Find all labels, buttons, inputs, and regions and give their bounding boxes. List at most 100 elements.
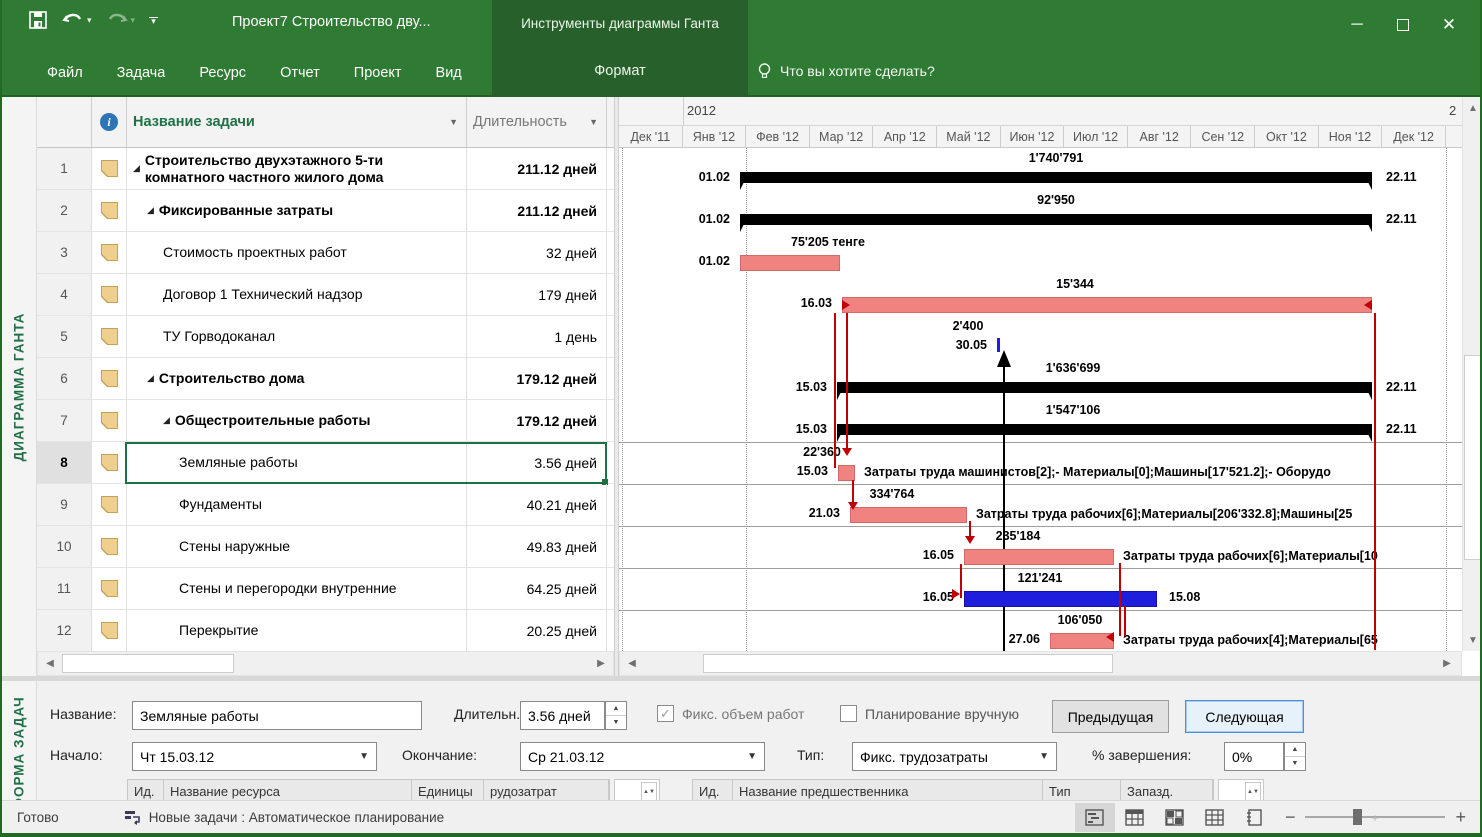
scroll-up-icon[interactable]: ▲ [1463, 99, 1480, 117]
grid-column-header[interactable]: Название предшественника [733, 780, 1043, 800]
duration-filter-icon[interactable]: ▼ [589, 117, 598, 127]
view-team-planner-button[interactable] [1155, 803, 1195, 832]
close-button[interactable]: ✕ [1426, 5, 1472, 45]
resource-grid-header[interactable]: Ид. Название ресурса Единицы рудозатрат [127, 779, 610, 800]
row-number[interactable]: 1 [37, 148, 92, 189]
task-name-cell[interactable]: ◢ Общестроительные работы [127, 400, 467, 441]
chart-scroll-left-icon[interactable]: ◀ [622, 652, 642, 675]
row-number[interactable]: 12 [37, 610, 92, 651]
task-name-cell[interactable]: ◢ Строительство дома [127, 358, 467, 399]
scroll-right-icon[interactable]: ▶ [591, 652, 611, 675]
name-filter-icon[interactable]: ▼ [449, 117, 458, 127]
table-row[interactable]: 11 Стены и перегородки внутренние 64.25 дн… [37, 568, 614, 610]
row-number[interactable]: 10 [37, 526, 92, 567]
month-cell[interactable]: Окт '12 [1255, 126, 1319, 147]
expand-icon[interactable]: ◢ [147, 370, 154, 387]
task-duration-cell[interactable]: 40.21 дней [467, 484, 607, 525]
task-name-cell[interactable]: Стоимость проектных работ [127, 232, 467, 273]
percent-complete-input[interactable] [1224, 742, 1284, 771]
start-date-combo[interactable]: Чт 15.03.12 ▼ [132, 742, 377, 771]
row-info-cell[interactable] [92, 568, 127, 609]
zoom-slider[interactable]: + [1305, 807, 1446, 827]
percent-spinner[interactable]: ▲ ▼ [1284, 742, 1306, 771]
table-row[interactable]: 12 Перекрытие 20.25 дней [37, 610, 614, 651]
month-cell[interactable]: Май '12 [937, 126, 1001, 147]
row-info-cell[interactable] [92, 610, 127, 651]
grid-column-header[interactable]: Название ресурса [164, 780, 412, 800]
chart-hscrollbar[interactable]: ◀ ▶ [619, 651, 1462, 676]
task-name-cell[interactable]: Стены и перегородки внутренние [127, 568, 467, 609]
maximize-button[interactable] [1380, 5, 1426, 45]
row-info-cell[interactable] [92, 400, 127, 441]
tab-задача[interactable]: Задача [100, 65, 183, 81]
task-duration-cell[interactable]: 179 дней [467, 274, 607, 315]
vscroll-thumb[interactable] [1464, 355, 1480, 560]
table-row[interactable]: 10 Стены наружные 49.83 дней [37, 526, 614, 568]
task-duration-cell[interactable]: 3.56 дней [467, 442, 607, 483]
row-number[interactable]: 8 [37, 442, 92, 483]
table-hscroll-thumb[interactable] [62, 654, 234, 673]
task-bar[interactable] [964, 591, 1157, 607]
month-cell[interactable]: Ноя '12 [1319, 126, 1383, 147]
row-number[interactable]: 7 [37, 400, 92, 441]
task-bar[interactable] [838, 465, 855, 481]
task-bar[interactable] [842, 297, 1372, 313]
grid-column-header[interactable]: Запазд. [1121, 780, 1213, 800]
info-column-header[interactable]: i [92, 97, 127, 147]
month-cell[interactable]: Авг '12 [1128, 126, 1192, 147]
row-number[interactable]: 3 [37, 232, 92, 273]
task-bar[interactable] [1050, 633, 1114, 649]
row-info-cell[interactable] [92, 232, 127, 273]
row-number[interactable]: 5 [37, 316, 92, 357]
task-name-input[interactable] [132, 701, 422, 730]
resource-grid-spinner[interactable]: ▲▼ [614, 779, 660, 800]
tab-вид[interactable]: Вид [419, 65, 479, 81]
month-cell[interactable]: Фев '12 [746, 126, 810, 147]
scroll-left-icon[interactable]: ◀ [40, 652, 60, 675]
duration-input[interactable] [520, 701, 605, 730]
duration-spinner[interactable]: ▲ ▼ [605, 701, 627, 730]
row-number[interactable]: 2 [37, 190, 92, 231]
task-name-cell[interactable]: Фундаменты [127, 484, 467, 525]
month-cell[interactable]: Апр '12 [873, 126, 938, 147]
row-number[interactable]: 6 [37, 358, 92, 399]
zoom-in-icon[interactable]: + [1455, 807, 1466, 828]
month-cell[interactable]: Мар '12 [810, 126, 874, 147]
minimize-button[interactable]: ─ [1334, 5, 1380, 45]
table-row[interactable]: 2 ◢ Фиксированные затраты 211.12 дней [37, 190, 614, 232]
grid-column-header[interactable]: рудозатрат [484, 780, 609, 800]
summary-bar[interactable] [740, 172, 1372, 190]
chart-hscroll-thumb[interactable] [703, 654, 1113, 673]
tab-проект[interactable]: Проект [337, 65, 419, 81]
table-row[interactable]: 5 ТУ Горводоканал 1 день [37, 316, 614, 358]
predecessor-grid-header[interactable]: Ид. Название предшественника Тип Запазд. [692, 779, 1214, 800]
month-cell[interactable]: Сен '12 [1191, 126, 1256, 147]
task-bar[interactable] [740, 255, 840, 271]
grid-column-header[interactable]: Ид. [693, 780, 733, 800]
duration-column-header[interactable]: Длительность ▼ [467, 97, 607, 147]
task-name-cell[interactable]: Перекрытие [127, 610, 467, 651]
month-cell[interactable]: Июл '12 [1064, 126, 1128, 147]
customize-qat-icon[interactable]: ▾ [149, 16, 159, 25]
row-info-cell[interactable] [92, 358, 127, 399]
table-row[interactable]: 6 ◢ Строительство дома 179.12 дней [37, 358, 614, 400]
row-number[interactable]: 9 [37, 484, 92, 525]
task-bar[interactable] [850, 507, 967, 523]
task-name-cell[interactable]: ◢ Строительство двухэтажного 5-ти комнатн… [127, 148, 467, 189]
chart-vscrollbar[interactable]: ▲ ▼ [1462, 97, 1480, 651]
task-duration-cell[interactable]: 179.12 дней [467, 358, 607, 399]
month-cell[interactable]: Янв '12 [683, 126, 747, 147]
task-name-cell[interactable]: ТУ Горводоканал [127, 316, 467, 357]
new-tasks-icon[interactable] [124, 810, 141, 825]
save-icon[interactable] [28, 10, 48, 30]
grid-column-header[interactable]: Единицы [412, 780, 484, 800]
task-type-combo[interactable]: Фикс. трудозатраты ▼ [852, 742, 1057, 771]
row-number[interactable]: 11 [37, 568, 92, 609]
task-bar[interactable] [964, 549, 1114, 565]
predecessor-grid-spinner[interactable]: ▲▼ [1218, 779, 1264, 800]
row-info-cell[interactable] [92, 484, 127, 525]
previous-button[interactable]: Предыдущая [1052, 700, 1169, 733]
month-cell[interactable]: Дек '12 [1382, 126, 1446, 147]
undo-dropdown-icon[interactable]: ▾ [87, 15, 92, 26]
task-duration-cell[interactable]: 179.12 дней [467, 400, 607, 441]
